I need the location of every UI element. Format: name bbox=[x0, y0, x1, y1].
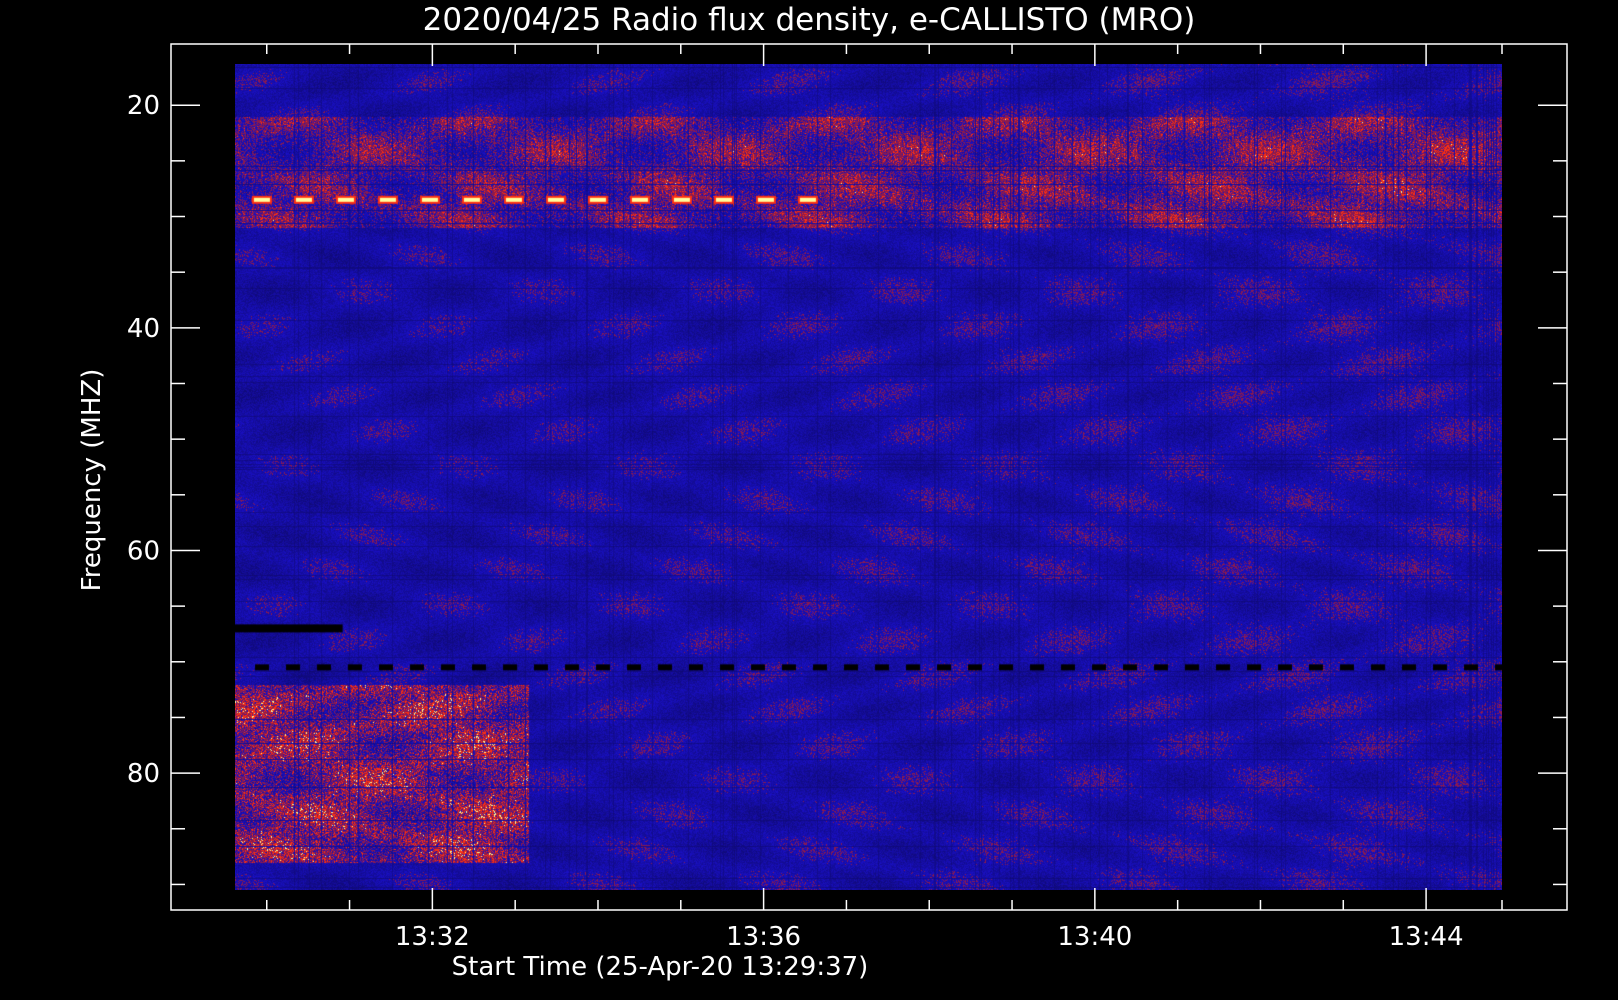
x-tick-label: 13:44 bbox=[1389, 922, 1464, 952]
y-tick-label: 80 bbox=[127, 759, 160, 789]
y-tick-label: 20 bbox=[127, 91, 160, 121]
x-axis-label: Start Time (25-Apr-20 13:29:37) bbox=[452, 952, 869, 982]
x-tick-label: 13:32 bbox=[395, 922, 470, 952]
x-axis-ticks: 13:32 13:36 13:40 13:44 bbox=[265, 44, 1503, 952]
spectrogram-figure: 2020/04/25 Radio flux density, e-CALLIST… bbox=[0, 0, 1618, 1000]
x-tick-label: 13:40 bbox=[1057, 922, 1132, 952]
x-tick-label: 13:36 bbox=[726, 922, 801, 952]
plot-frame bbox=[170, 43, 1568, 911]
axes-layer: 2020/04/25 Radio flux density, e-CALLIST… bbox=[77, 2, 1568, 982]
y-axis-ticks: 20 40 60 80 bbox=[127, 91, 1567, 886]
y-tick-label: 40 bbox=[127, 314, 160, 344]
y-tick-label: 60 bbox=[127, 536, 160, 566]
chart-title: 2020/04/25 Radio flux density, e-CALLIST… bbox=[423, 2, 1196, 38]
y-axis-label: Frequency (MHZ) bbox=[77, 369, 107, 592]
